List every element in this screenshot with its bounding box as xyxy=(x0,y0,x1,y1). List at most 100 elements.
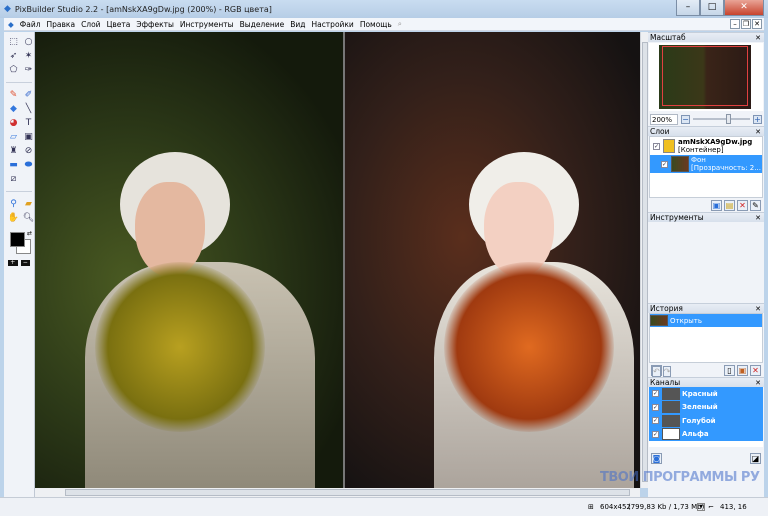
menu-edit[interactable]: Правка xyxy=(47,20,76,29)
ruler-icon[interactable]: ▰ xyxy=(22,198,35,210)
menu-view[interactable]: Вид xyxy=(290,20,305,29)
rect-select-icon[interactable]: ⬚ xyxy=(7,36,20,48)
channels-list: ✓ Красный ✓ Зеленый ✓ Голубой ✓ Альфа xyxy=(649,387,763,447)
close-panel-icon[interactable]: ✕ xyxy=(755,127,761,137)
channel-thumbnail xyxy=(662,401,680,414)
coords-dropdown[interactable]: ▼ xyxy=(697,503,705,511)
viewport-rect[interactable] xyxy=(662,46,748,106)
stamp-brush-icon[interactable]: ▣ xyxy=(22,131,35,143)
history-thumbnail xyxy=(650,315,668,326)
toolbox: ⬚ ○ ➶ ✶ ⬠ ✑ ✎ ✐ ◆ ╲ ◕ T ▱ ▣ ♜ ⊘ ▬ ⬬ ⧄ ⚲ … xyxy=(4,32,35,497)
menu-layer[interactable]: Слой xyxy=(81,20,101,29)
poly-lasso-icon[interactable]: ⬠ xyxy=(7,64,20,76)
foreground-color-swatch[interactable] xyxy=(10,232,25,247)
menu-effects[interactable]: Эффекты xyxy=(136,20,174,29)
minimize-button[interactable]: – xyxy=(676,0,700,16)
zoom-out-button[interactable]: − xyxy=(681,114,690,124)
magic-wand-icon[interactable]: ✶ xyxy=(22,50,35,62)
visibility-checkbox[interactable]: ✓ xyxy=(653,142,660,150)
healing-icon[interactable]: ⊘ xyxy=(22,145,35,157)
gradient-eraser-icon[interactable]: ▱ xyxy=(7,131,20,143)
new-container-icon[interactable]: ▤ xyxy=(724,199,735,211)
line-icon[interactable]: ╲ xyxy=(22,103,35,115)
history-label: Открыть xyxy=(670,316,702,325)
ellipse-shape-icon[interactable]: ⬬ xyxy=(22,159,35,171)
zoom-in-small-button[interactable]: + xyxy=(8,260,18,266)
channel-checkbox[interactable]: ✓ xyxy=(652,403,659,411)
channel-item[interactable]: ✓ Альфа xyxy=(649,427,763,441)
history-item[interactable]: Открыть xyxy=(650,314,762,327)
delete-layer-icon[interactable]: ✕ xyxy=(737,199,748,211)
layer-item[interactable]: ✓ amNskXA9gDw.jpg [Контейнер] xyxy=(650,137,762,155)
layer-item[interactable]: ✓ Фон [Прозрачность: 2... xyxy=(650,155,762,173)
menu-colors[interactable]: Цвета xyxy=(107,20,131,29)
layer-name: amNskXA9gDw.jpg xyxy=(678,138,753,146)
new-document-icon[interactable]: ▣ xyxy=(737,364,748,376)
maximize-button[interactable]: □ xyxy=(700,0,724,16)
pencil-icon[interactable]: ✎ xyxy=(7,89,20,101)
rectangle-shape-icon[interactable]: ▬ xyxy=(7,159,20,171)
menu-help[interactable]: Помощь xyxy=(360,20,392,29)
doc-restore-button[interactable]: ❐ xyxy=(741,19,751,29)
channel-item[interactable]: ✓ Красный xyxy=(649,387,763,401)
layer-thumbnail xyxy=(671,156,689,172)
close-panel-icon[interactable]: ✕ xyxy=(755,213,761,223)
zoom-icon[interactable]: 🔍︎ xyxy=(22,212,35,224)
channel-label: Голубой xyxy=(682,416,716,425)
channel-mask-icon[interactable]: ◙ xyxy=(651,452,662,464)
zoom-slider[interactable] xyxy=(693,114,750,124)
doc-minimize-button[interactable]: – xyxy=(730,19,740,29)
hand-icon[interactable]: ✋ xyxy=(7,212,20,224)
channel-checkbox[interactable]: ✓ xyxy=(652,430,659,438)
magnetic-lasso-icon[interactable]: ✑ xyxy=(22,64,35,76)
eyedropper-icon[interactable]: ⚲ xyxy=(7,198,20,210)
swap-colors-icon[interactable]: ⇄ xyxy=(27,230,32,237)
new-layer-icon[interactable]: ▣ xyxy=(711,199,722,211)
cursor-coords: 413, 16 xyxy=(720,503,747,511)
channel-label: Зеленый xyxy=(682,403,718,412)
zoom-in-button[interactable]: + xyxy=(753,114,762,124)
lasso-icon[interactable]: ○ xyxy=(22,36,35,48)
visibility-checkbox[interactable]: ✓ xyxy=(661,160,668,168)
text-icon[interactable]: T xyxy=(22,117,35,129)
menu-selection[interactable]: Выделение xyxy=(240,20,285,29)
image-canvas[interactable] xyxy=(35,32,640,488)
fill-bucket-icon[interactable]: ◕ xyxy=(7,117,20,129)
menu-app-icon[interactable]: ◆ xyxy=(8,20,14,29)
undo-icon[interactable]: ↶ xyxy=(652,365,661,377)
close-panel-icon[interactable]: ✕ xyxy=(755,304,761,314)
close-button[interactable]: ✕ xyxy=(724,0,764,16)
crop-icon[interactable]: ⧄ xyxy=(7,173,20,185)
channel-options-icon[interactable]: ◪ xyxy=(750,452,761,464)
new-snapshot-icon[interactable]: ▯ xyxy=(724,364,735,376)
zoom-input[interactable]: 200% xyxy=(650,113,678,125)
layers-title: Слои xyxy=(650,127,670,136)
channel-checkbox[interactable]: ✓ xyxy=(652,390,659,398)
zoom-out-small-button[interactable]: − xyxy=(20,260,30,266)
layers-panel-header: Слои ✕ xyxy=(648,126,764,136)
channels-panel-header: Каналы ✕ xyxy=(648,377,764,387)
menu-settings[interactable]: Настройки xyxy=(311,20,353,29)
eraser-icon[interactable]: ◆ xyxy=(7,103,20,115)
navigator-preview[interactable] xyxy=(649,43,763,111)
redo-icon[interactable]: ↷ xyxy=(662,365,672,377)
delete-history-icon[interactable]: ✕ xyxy=(750,364,761,376)
layer-properties-icon[interactable]: ✎ xyxy=(750,199,761,211)
clone-stamp-icon[interactable]: ♜ xyxy=(7,145,20,157)
vertical-scrollbar[interactable] xyxy=(640,32,648,488)
horizontal-scrollbar[interactable] xyxy=(35,488,640,497)
doc-close-button[interactable]: ✕ xyxy=(752,19,762,29)
layer-sub: [Контейнер] xyxy=(678,146,724,154)
channel-item[interactable]: ✓ Зеленый xyxy=(649,400,763,414)
menu-file[interactable]: Файл xyxy=(20,20,41,29)
move-icon[interactable]: ➶ xyxy=(7,50,20,62)
close-panel-icon[interactable]: ✕ xyxy=(755,33,761,43)
channel-checkbox[interactable]: ✓ xyxy=(652,417,659,425)
brush-icon[interactable]: ✐ xyxy=(22,89,35,101)
tools-panel-header: Инструменты ✕ xyxy=(648,212,764,222)
image-original xyxy=(35,32,344,488)
cursor-icon: ⌐ xyxy=(708,503,714,511)
menu-tools[interactable]: Инструменты xyxy=(180,20,234,29)
channel-item[interactable]: ✓ Голубой xyxy=(649,414,763,428)
search-icon[interactable]: ⌕ xyxy=(398,19,402,29)
